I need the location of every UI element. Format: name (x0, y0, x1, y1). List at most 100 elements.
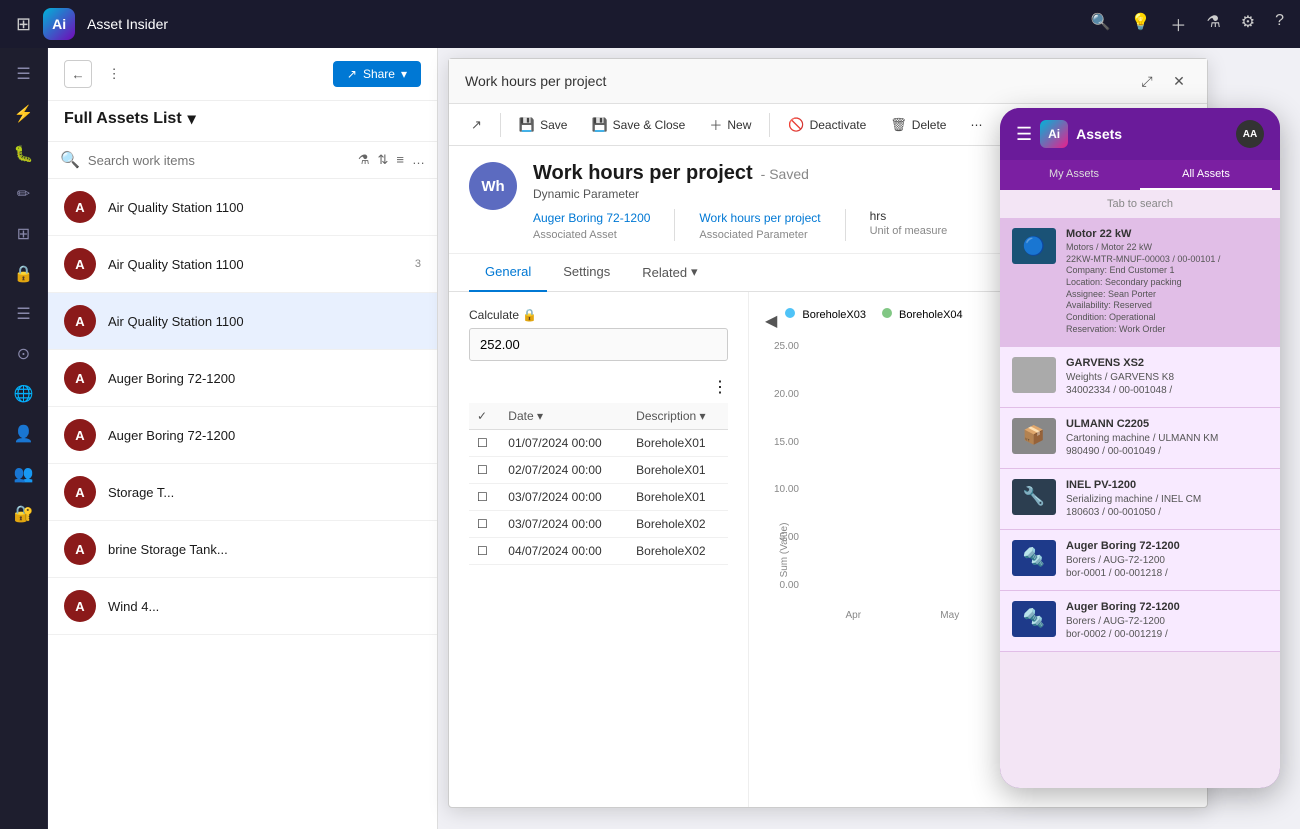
row-desc: BoreholeX02 (628, 511, 728, 538)
item-sub: Borers / AUG-72-1200 bor-0001 / 00-00121… (1066, 554, 1268, 580)
save-button[interactable]: 💾 Save (509, 112, 578, 138)
title-chevron: ▾ (188, 109, 196, 129)
sidebar-icon-circle[interactable]: ⊙ (6, 336, 42, 372)
search-input[interactable] (88, 153, 350, 168)
table-more-icon[interactable]: ⋮ (712, 377, 728, 397)
sidebar-icon-lock[interactable]: 🔒 (6, 256, 42, 292)
col-desc[interactable]: Description ▾ (628, 403, 728, 430)
asset-list: A Air Quality Station 1100 A Air Quality… (48, 179, 437, 829)
table-row[interactable]: ☐ 03/07/2024 00:00 BoreholeX01 (469, 484, 728, 511)
record-avatar: Wh (469, 162, 517, 210)
open-record-button[interactable]: ↗ (461, 112, 492, 138)
filter-icon[interactable]: ⚗ (1206, 12, 1220, 36)
item-sub: Weights / GARVENS K8 34002334 / 00-00104… (1066, 371, 1268, 397)
deactivate-icon: 🚫 (788, 117, 804, 133)
help-icon[interactable]: ? (1275, 12, 1284, 36)
associated-param-link[interactable]: Work hours per project (699, 211, 820, 225)
avatar: A (64, 248, 96, 280)
table-row[interactable]: ☐ 01/07/2024 00:00 BoreholeX01 (469, 430, 728, 457)
table-row[interactable]: ☐ 04/07/2024 00:00 BoreholeX02 (469, 538, 728, 565)
save-close-button[interactable]: 💾 Save & Close (581, 112, 695, 138)
delete-button[interactable]: 🗑 Delete (880, 112, 956, 138)
asset-name: Auger Boring 72-1200 (108, 428, 235, 443)
app-name: Asset Insider (87, 16, 168, 32)
mobile-list-item[interactable]: 🔩 Auger Boring 72-1200 Borers / AUG-72-1… (1000, 591, 1280, 652)
mobile-list-item[interactable]: 📦 ULMANN C2205 Cartoning machine / ULMAN… (1000, 408, 1280, 469)
sidebar-icon-lightning[interactable]: ⚡ (6, 96, 42, 132)
mobile-tab-my-assets[interactable]: My Assets (1008, 160, 1140, 190)
close-button[interactable]: ✕ (1167, 69, 1191, 93)
grid-icon[interactable]: ⊞ (16, 14, 31, 35)
legend-label-2: BoreholeX04 (899, 309, 963, 321)
more-button[interactable]: ⋮ (100, 60, 128, 88)
chart-y-axis-label: Sum (Value) (779, 522, 790, 577)
calculate-input[interactable] (469, 328, 728, 361)
bulb-icon[interactable]: 💡 (1130, 12, 1150, 36)
asset-panel-header: ← ⋮ ↗ Share ▾ (48, 48, 437, 101)
list-item[interactable]: A Air Quality Station 1100 (48, 293, 437, 350)
unit-block: hrs Unit of measure (870, 209, 972, 241)
window-title: Work hours per project (465, 73, 1135, 89)
sidebar-icon-edit[interactable]: ✏ (6, 176, 42, 212)
sidebar-icon-grid[interactable]: ⊞ (6, 216, 42, 252)
table-row[interactable]: ☐ 03/07/2024 00:00 BoreholeX02 (469, 511, 728, 538)
expand-button[interactable]: ⤢ (1135, 69, 1159, 93)
data-table: ✓ Date ▾ Description ▾ (469, 403, 728, 565)
sidebar-icon-user[interactable]: 👤 (6, 416, 42, 452)
associated-asset-link[interactable]: Auger Boring 72-1200 (533, 211, 650, 225)
settings-icon[interactable]: ⚙ (1241, 12, 1255, 36)
list-item[interactable]: A Storage T... (48, 464, 437, 521)
add-icon[interactable]: ＋ (1170, 12, 1186, 36)
sidebar-icon-list[interactable]: ☰ (6, 296, 42, 332)
tab-related[interactable]: Related ▾ (626, 254, 713, 292)
list-item[interactable]: A Air Quality Station 1100 3 (48, 236, 437, 293)
list-item[interactable]: A Air Quality Station 1100 (48, 179, 437, 236)
list-item[interactable]: A brine Storage Tank... (48, 521, 437, 578)
chart-prev[interactable]: ◀ (765, 311, 777, 331)
mobile-tab-all-assets[interactable]: All Assets (1140, 160, 1272, 190)
tab-general[interactable]: General (469, 254, 547, 292)
list-item[interactable]: A Auger Boring 72-1200 (48, 350, 437, 407)
row-check: ☐ (469, 538, 500, 565)
app-logo: Ai (43, 8, 75, 40)
asset-list-title: Full Assets List (64, 110, 182, 128)
legend-dot-2 (882, 308, 892, 318)
back-button[interactable]: ← (64, 60, 92, 88)
share-button[interactable]: ↗ Share ▾ (333, 61, 421, 87)
list-view-btn[interactable]: ≡ (396, 152, 404, 168)
item-info: Auger Boring 72-1200 Borers / AUG-72-120… (1066, 540, 1268, 580)
new-button[interactable]: ＋ New (699, 110, 761, 139)
item-name: GARVENS XS2 (1066, 357, 1268, 369)
mobile-list-item[interactable]: 🔵 Motor 22 kW Motors / Motor 22 kW 22KW-… (1000, 218, 1280, 347)
legend-label-1: BoreholeX03 (802, 309, 866, 321)
sidebar-icon-globe[interactable]: 🌐 (6, 376, 42, 412)
asset-name: Air Quality Station 1100 (108, 200, 244, 215)
table-row[interactable]: ☐ 02/07/2024 00:00 BoreholeX01 (469, 457, 728, 484)
mobile-logo: Ai (1040, 120, 1068, 148)
list-item[interactable]: A Auger Boring 72-1200 (48, 407, 437, 464)
list-item[interactable]: A Wind 4... (48, 578, 437, 635)
sidebar-icon-menu[interactable]: ☰ (6, 56, 42, 92)
sidebar-icon-security[interactable]: 🔐 (6, 496, 42, 532)
filter-btn[interactable]: ⚗ (358, 152, 370, 168)
tab-settings[interactable]: Settings (547, 254, 626, 292)
mobile-search-placeholder: Tab to search (1012, 198, 1268, 210)
col-date[interactable]: Date ▾ (500, 403, 628, 430)
more-actions-button[interactable]: ⋯ (960, 113, 992, 137)
mobile-menu-icon[interactable]: ☰ (1016, 124, 1032, 145)
main-layout: ☰ ⚡ 🐛 ✏ ⊞ 🔒 ☰ ⊙ 🌐 👤 👥 🔐 (0, 48, 1300, 829)
item-sub: Cartoning machine / ULMANN KM 980490 / 0… (1066, 432, 1268, 458)
item-info: INEL PV-1200 Serializing machine / INEL … (1066, 479, 1268, 519)
mobile-list-item[interactable]: 🔧 INEL PV-1200 Serializing machine / INE… (1000, 469, 1280, 530)
unit-meta: Unit of measure (870, 225, 948, 237)
deactivate-button[interactable]: 🚫 Deactivate (778, 112, 876, 138)
sidebar-icon-users[interactable]: 👥 (6, 456, 42, 492)
sort-btn[interactable]: ⇅ (378, 152, 389, 168)
more-opts-btn[interactable]: … (412, 152, 425, 168)
search-icon[interactable]: 🔍 (1091, 12, 1111, 36)
mobile-list-item[interactable]: ⚙ GARVENS XS2 Weights / GARVENS K8 34002… (1000, 347, 1280, 408)
mobile-list-item[interactable]: 🔩 Auger Boring 72-1200 Borers / AUG-72-1… (1000, 530, 1280, 591)
sidebar-icon-bug[interactable]: 🐛 (6, 136, 42, 172)
item-name: Auger Boring 72-1200 (1066, 540, 1268, 552)
row-desc: BoreholeX01 (628, 430, 728, 457)
